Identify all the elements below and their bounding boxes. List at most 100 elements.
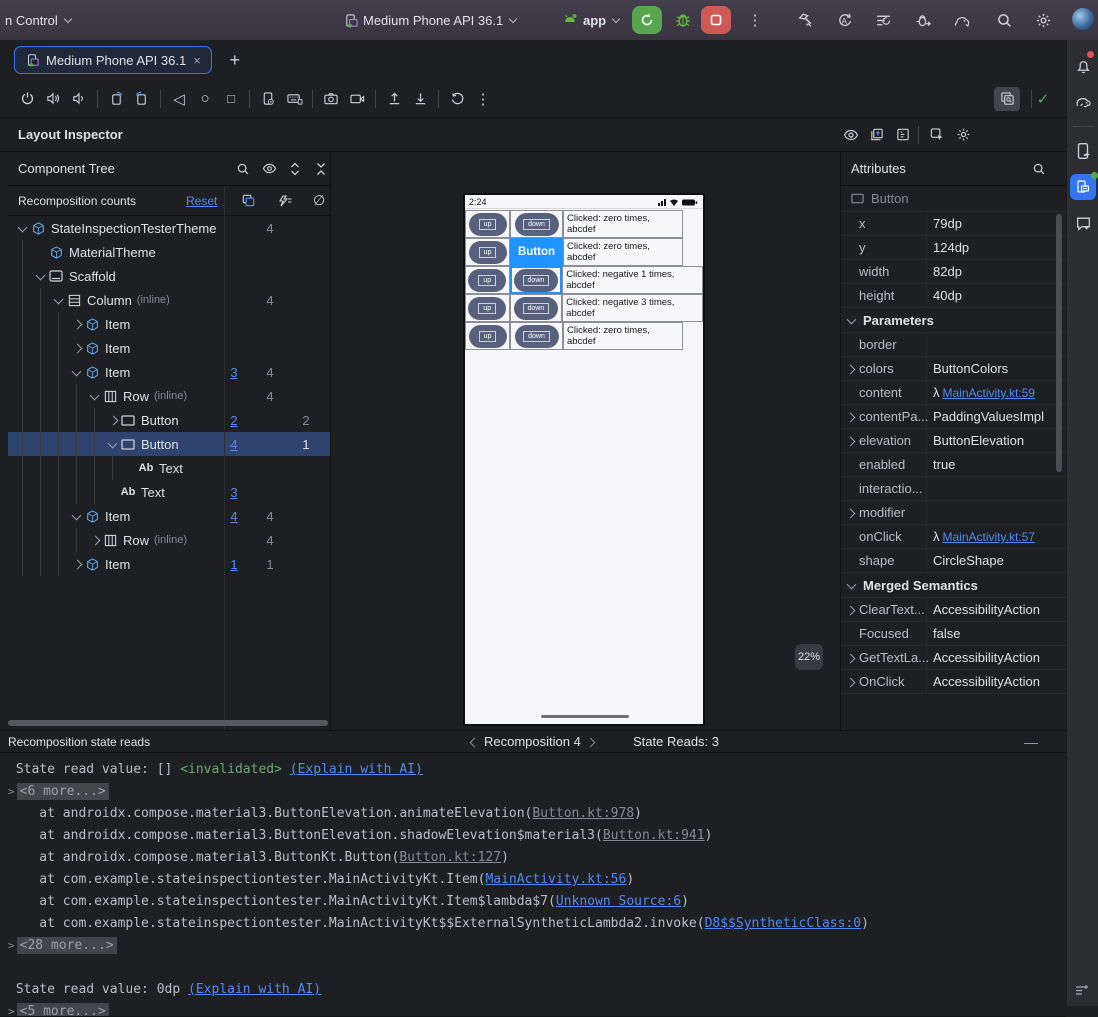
source-link[interactable]: Button.kt:978: [532, 806, 634, 821]
tree-row-item[interactable]: Item34: [8, 360, 330, 384]
down-button[interactable]: down: [514, 297, 558, 320]
run-config-selector[interactable]: app: [562, 13, 621, 28]
tree-expander[interactable]: [70, 312, 85, 336]
build-variants-button[interactable]: [870, 7, 896, 33]
gradle-sync-button[interactable]: [949, 7, 975, 33]
upload-button[interactable]: [381, 86, 407, 112]
attributes-scrollbar[interactable]: [1056, 214, 1062, 472]
recomposition-count[interactable]: 1: [216, 557, 252, 572]
search-everywhere-button[interactable]: [991, 7, 1017, 33]
minimize-panel-icon[interactable]: —: [1024, 734, 1038, 750]
component-tree-options-button[interactable]: [890, 123, 916, 147]
gemini-chat-button[interactable]: [1067, 205, 1098, 241]
up-button[interactable]: up: [469, 241, 507, 264]
attr-row-colors[interactable]: colorsButtonColors: [841, 357, 1066, 381]
attr-row-x[interactable]: x79dp: [841, 212, 1066, 236]
tree-row-scaffold[interactable]: Scaffold: [8, 264, 330, 288]
attr-row-enabled[interactable]: enabledtrue: [841, 453, 1066, 477]
screenshot-button[interactable]: [318, 86, 344, 112]
attr-row-onclick[interactable]: OnClickAccessibilityAction: [841, 670, 1066, 694]
attr-row-content[interactable]: contentλMainActivity.kt:59: [841, 381, 1066, 405]
previous-recomposition-button[interactable]: [468, 737, 478, 747]
highlight-recompositions-icon[interactable]: [277, 194, 293, 208]
expand-chevron-icon[interactable]: >: [8, 1005, 15, 1017]
virtual-keyboard-button[interactable]: [281, 86, 307, 112]
tree-expander[interactable]: [16, 216, 31, 240]
tree-row-button[interactable]: Button22: [8, 408, 330, 432]
console-options-button[interactable]: [1073, 982, 1091, 998]
source-link[interactable]: MainActivity.kt:59: [943, 386, 1035, 400]
down-button[interactable]: down: [514, 269, 558, 292]
view-options-button[interactable]: [838, 123, 864, 147]
inspector-settings-button[interactable]: [950, 123, 976, 147]
layout-inspector-toggle-button[interactable]: [994, 87, 1020, 111]
zoom-level-badge[interactable]: 22%: [795, 644, 823, 670]
new-tab-button[interactable]: +: [222, 47, 248, 73]
apply-changes-check[interactable]: ✓: [1030, 86, 1056, 112]
attach-debugger-button[interactable]: [910, 7, 936, 33]
expand-chevron-icon[interactable]: >: [8, 939, 15, 952]
attributes-search-button[interactable]: [1026, 157, 1052, 181]
source-link[interactable]: D8$$SyntheticClass:0: [705, 916, 862, 931]
volume-up-button[interactable]: [40, 86, 66, 112]
recomposition-count[interactable]: 3: [216, 365, 252, 380]
run-more-actions-button[interactable]: ⋮: [742, 7, 768, 33]
device-screen[interactable]: 2:24 updownClicked: zero times, abcdefup…: [463, 193, 705, 726]
close-icon[interactable]: ×: [193, 53, 201, 68]
gradle-tool-button[interactable]: [1067, 84, 1098, 120]
debug-button[interactable]: [668, 6, 698, 34]
layout-inspector-tool-button[interactable]: [1067, 169, 1098, 205]
android-overview-button[interactable]: □: [218, 86, 244, 112]
rotate-right-button[interactable]: [129, 86, 155, 112]
recomposition-count[interactable]: 4: [216, 509, 252, 524]
tree-row-text[interactable]: AbText: [8, 456, 330, 480]
up-button[interactable]: up: [468, 269, 506, 292]
attr-row-cleartext[interactable]: ClearText...AccessibilityAction: [841, 598, 1066, 622]
source-link[interactable]: (Explain with AI): [290, 762, 423, 777]
recomposition-count[interactable]: 4: [216, 437, 252, 452]
power-button[interactable]: [14, 86, 40, 112]
tree-expander[interactable]: [70, 504, 85, 528]
volume-down-button[interactable]: [66, 86, 92, 112]
tree-visibility-button[interactable]: [256, 157, 282, 181]
recomposition-count[interactable]: 2: [216, 413, 252, 428]
tree-row-column[interactable]: Column(inline)4: [8, 288, 330, 312]
attr-row-y[interactable]: y124dp: [841, 236, 1066, 260]
attr-row-focused[interactable]: Focusedfalse: [841, 622, 1066, 646]
rotate-left-button[interactable]: [103, 86, 129, 112]
attr-row-height[interactable]: height40dp: [841, 284, 1066, 308]
device-settings-button[interactable]: [255, 86, 281, 112]
tree-horizontal-scrollbar[interactable]: [8, 720, 328, 726]
recomposition-count[interactable]: 3: [216, 485, 252, 500]
source-link[interactable]: Button.kt:941: [603, 828, 705, 843]
down-button[interactable]: down: [515, 213, 559, 236]
source-link[interactable]: MainActivity.kt:56: [485, 872, 626, 887]
attr-row-interactio[interactable]: interactio...: [841, 477, 1066, 501]
select-component-button[interactable]: [924, 123, 950, 147]
hide-system-nodes-icon[interactable]: ∅: [313, 192, 325, 209]
tree-row-item[interactable]: Item11: [8, 552, 330, 576]
tree-expander[interactable]: [88, 528, 103, 552]
up-button[interactable]: up: [469, 213, 507, 236]
tree-row-button[interactable]: Button41: [8, 432, 330, 456]
stop-button[interactable]: [701, 6, 731, 34]
source-link[interactable]: (Explain with AI): [188, 982, 321, 997]
source-link[interactable]: Button.kt:127: [399, 850, 501, 865]
collapsed-frames-chip[interactable]: <28 more...>: [17, 937, 117, 954]
attr-row-shape[interactable]: shapeCircleShape: [841, 549, 1066, 573]
user-avatar[interactable]: [1072, 8, 1094, 30]
tree-expander[interactable]: [70, 360, 85, 384]
settings-button[interactable]: [1030, 7, 1056, 33]
attr-row-gettextla[interactable]: GetTextLa...AccessibilityAction: [841, 646, 1066, 670]
next-recomposition-button[interactable]: [587, 737, 597, 747]
device-nav-pill[interactable]: [541, 715, 629, 718]
tree-expander[interactable]: [106, 408, 121, 432]
tree-expander[interactable]: [106, 432, 121, 456]
attr-row-contentpa[interactable]: contentPa...PaddingValuesImpl: [841, 405, 1066, 429]
up-button[interactable]: up: [469, 325, 507, 348]
device-selector[interactable]: Medium Phone API 36.1: [343, 13, 518, 28]
tree-search-button[interactable]: [230, 157, 256, 181]
emulator-more-button[interactable]: ⋮: [470, 86, 496, 112]
tab-medium-phone[interactable]: Medium Phone API 36.1 ×: [14, 46, 212, 74]
tree-expander[interactable]: [70, 336, 85, 360]
